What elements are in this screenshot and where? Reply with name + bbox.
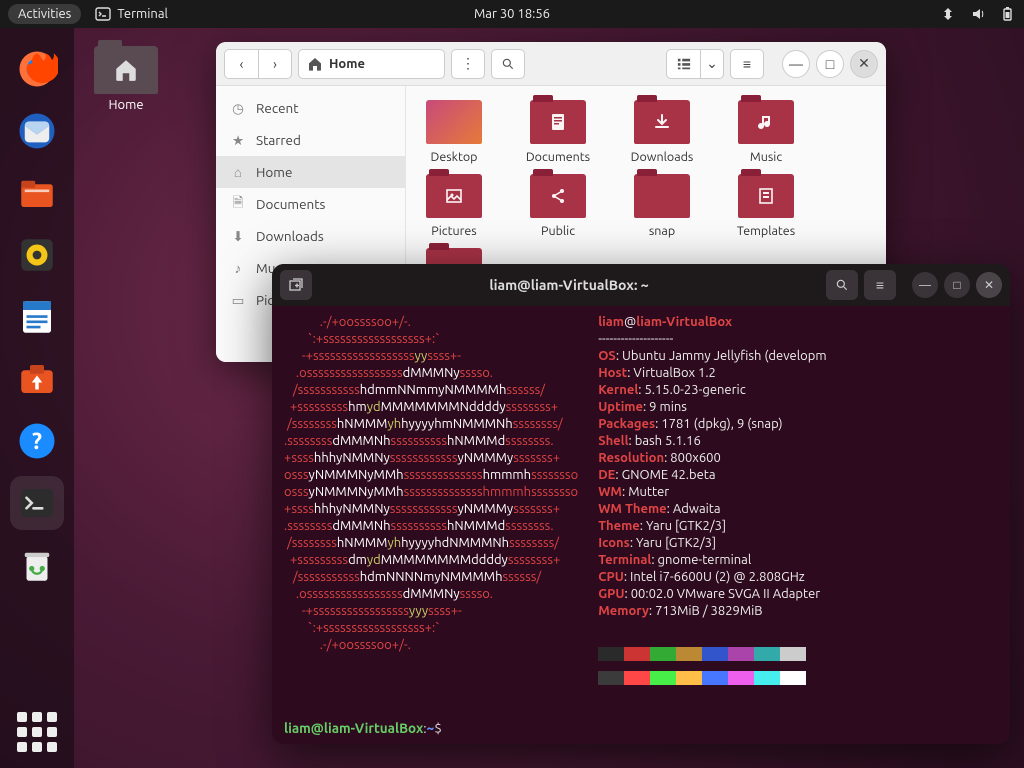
dock-software[interactable]	[10, 352, 64, 406]
dock-files[interactable]	[10, 166, 64, 220]
new-tab-icon	[288, 277, 304, 293]
folder-icon	[634, 174, 690, 218]
topbar-clock[interactable]: Mar 30 18:56	[474, 7, 550, 21]
path-bar[interactable]: Home	[298, 49, 445, 79]
terminal-prompt[interactable]: liam@liam-VirtualBox:~$	[272, 718, 1010, 744]
file-item-public[interactable]: Public	[520, 174, 596, 238]
sidebar-item-label: Documents	[256, 196, 325, 212]
nautilus-titlebar: ‹ › Home ⋮ ⌄ ≡ — □ ✕	[216, 42, 886, 86]
dock-trash[interactable]	[10, 538, 64, 592]
terminal-titlebar: liam@liam-VirtualBox: ~ ≡ — □ ✕	[272, 264, 1010, 306]
terminal-body[interactable]: .-/+oossssoo+/-. `:+ssssssssssssssssss+:…	[272, 306, 1010, 718]
window-close-button[interactable]: ✕	[976, 272, 1002, 298]
music-icon: ♪	[230, 260, 246, 276]
file-label: Music	[728, 150, 804, 164]
sidebar-item-recent[interactable]: ◷ Recent	[216, 92, 405, 124]
file-label: snap	[624, 224, 700, 238]
color-palette-bright	[598, 671, 826, 685]
file-label: Pictures	[416, 224, 492, 238]
desktop-home-folder[interactable]: Home	[94, 46, 158, 112]
window-maximize-button[interactable]: □	[816, 50, 844, 78]
power-icon[interactable]	[1000, 6, 1016, 22]
search-button[interactable]	[491, 49, 525, 79]
clock-icon: ◷	[230, 100, 246, 116]
home-icon: ⌂	[230, 164, 246, 180]
folder-icon	[530, 174, 586, 218]
terminal-window: liam@liam-VirtualBox: ~ ≡ — □ ✕ .-/+ooss…	[272, 264, 1010, 744]
folder-icon	[738, 174, 794, 218]
dock: ?	[0, 28, 74, 768]
volume-icon[interactable]	[970, 6, 986, 22]
pic-icon: ▭	[230, 292, 246, 308]
terminal-icon	[95, 6, 111, 22]
file-item-desktop[interactable]: Desktop	[416, 100, 492, 164]
folder-icon	[738, 100, 794, 144]
svg-text:?: ?	[32, 429, 42, 454]
folder-icon	[530, 100, 586, 144]
file-label: Public	[520, 224, 596, 238]
list-icon	[677, 57, 691, 71]
folder-icon	[426, 174, 482, 218]
window-minimize-button[interactable]: —	[912, 272, 938, 298]
sidebar-item-label: Home	[256, 164, 292, 180]
view-dropdown-button[interactable]: ⌄	[700, 49, 724, 79]
file-label: Downloads	[624, 150, 700, 164]
file-item-documents[interactable]: Documents	[520, 100, 596, 164]
terminal-search-button[interactable]	[826, 270, 858, 300]
neofetch-logo: .-/+oossssoo+/-. `:+ssssssssssssssssss+:…	[284, 314, 578, 712]
sidebar-item-label: Pic	[256, 292, 274, 308]
file-label: Desktop	[416, 150, 492, 164]
path-menu-button[interactable]: ⋮	[451, 49, 485, 79]
sidebar-item-home[interactable]: ⌂ Home	[216, 156, 405, 188]
terminal-menu-button[interactable]: ≡	[864, 270, 896, 300]
down-icon: ⬇	[230, 228, 246, 244]
sidebar-item-label: Starred	[256, 132, 301, 148]
dock-terminal[interactable]	[10, 476, 64, 530]
doc-icon: 🗎	[230, 196, 246, 212]
hamburger-menu-button[interactable]: ≡	[730, 49, 764, 79]
file-item-music[interactable]: Music	[728, 100, 804, 164]
activities-button[interactable]: Activities	[8, 4, 81, 24]
dock-help[interactable]: ?	[10, 414, 64, 468]
window-close-button[interactable]: ✕	[850, 50, 878, 78]
folder-icon	[426, 100, 482, 144]
new-tab-button[interactable]	[280, 270, 312, 300]
star-icon: ★	[230, 132, 246, 148]
sidebar-item-downloads[interactable]: ⬇ Downloads	[216, 220, 405, 252]
dock-thunderbird[interactable]	[10, 104, 64, 158]
dock-rhythmbox[interactable]	[10, 228, 64, 282]
search-icon	[501, 57, 515, 71]
sidebar-item-label: Downloads	[256, 228, 324, 244]
gnome-topbar: Activities Terminal Mar 30 18:56	[0, 0, 1024, 28]
topbar-app-indicator[interactable]: Terminal	[95, 6, 168, 22]
file-item-downloads[interactable]: Downloads	[624, 100, 700, 164]
network-icon[interactable]	[940, 6, 956, 22]
home-icon	[307, 56, 323, 72]
file-item-snap[interactable]: snap	[624, 174, 700, 238]
file-item-pictures[interactable]: Pictures	[416, 174, 492, 238]
terminal-title: liam@liam-VirtualBox: ~	[318, 277, 820, 293]
dock-firefox[interactable]	[10, 42, 64, 96]
show-applications-button[interactable]	[17, 712, 57, 752]
file-item-templates[interactable]: Templates	[728, 174, 804, 238]
sidebar-item-label: Recent	[256, 100, 299, 116]
window-minimize-button[interactable]: —	[782, 50, 810, 78]
view-list-button[interactable]	[666, 49, 700, 79]
sidebar-item-documents[interactable]: 🗎 Documents	[216, 188, 405, 220]
window-maximize-button[interactable]: □	[944, 272, 970, 298]
folder-icon	[634, 100, 690, 144]
color-palette	[598, 647, 826, 661]
sidebar-item-starred[interactable]: ★ Starred	[216, 124, 405, 156]
file-label: Documents	[520, 150, 596, 164]
nav-back-button[interactable]: ‹	[224, 49, 258, 79]
file-label: Templates	[728, 224, 804, 238]
neofetch-info: liam@liam-VirtualBox -------------------…	[598, 314, 826, 712]
nav-forward-button[interactable]: ›	[258, 49, 292, 79]
search-icon	[835, 278, 849, 292]
dock-libreoffice-writer[interactable]	[10, 290, 64, 344]
desktop-home-label: Home	[94, 98, 158, 112]
